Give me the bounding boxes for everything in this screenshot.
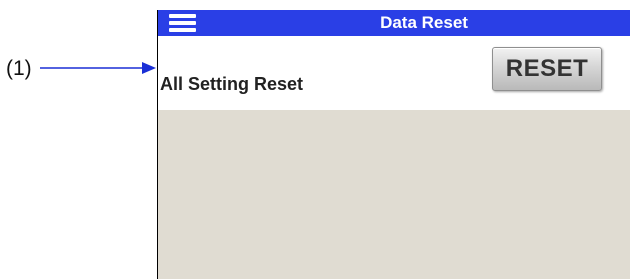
page-title: Data Reset <box>380 13 468 32</box>
reset-button[interactable]: RESET <box>492 47 602 91</box>
setting-row-all-setting-reset: All Setting Reset RESET <box>158 36 630 110</box>
device-screen: Data Reset All Setting Reset RESET <box>157 10 630 279</box>
page: (1) Data Reset All Setting Reset RESET <box>0 0 630 279</box>
setting-label: All Setting Reset <box>160 74 304 94</box>
title-bar: Data Reset <box>158 10 630 36</box>
empty-content-area <box>158 110 630 279</box>
callout-arrow-icon <box>40 62 156 74</box>
callout-label: (1) <box>6 57 32 80</box>
